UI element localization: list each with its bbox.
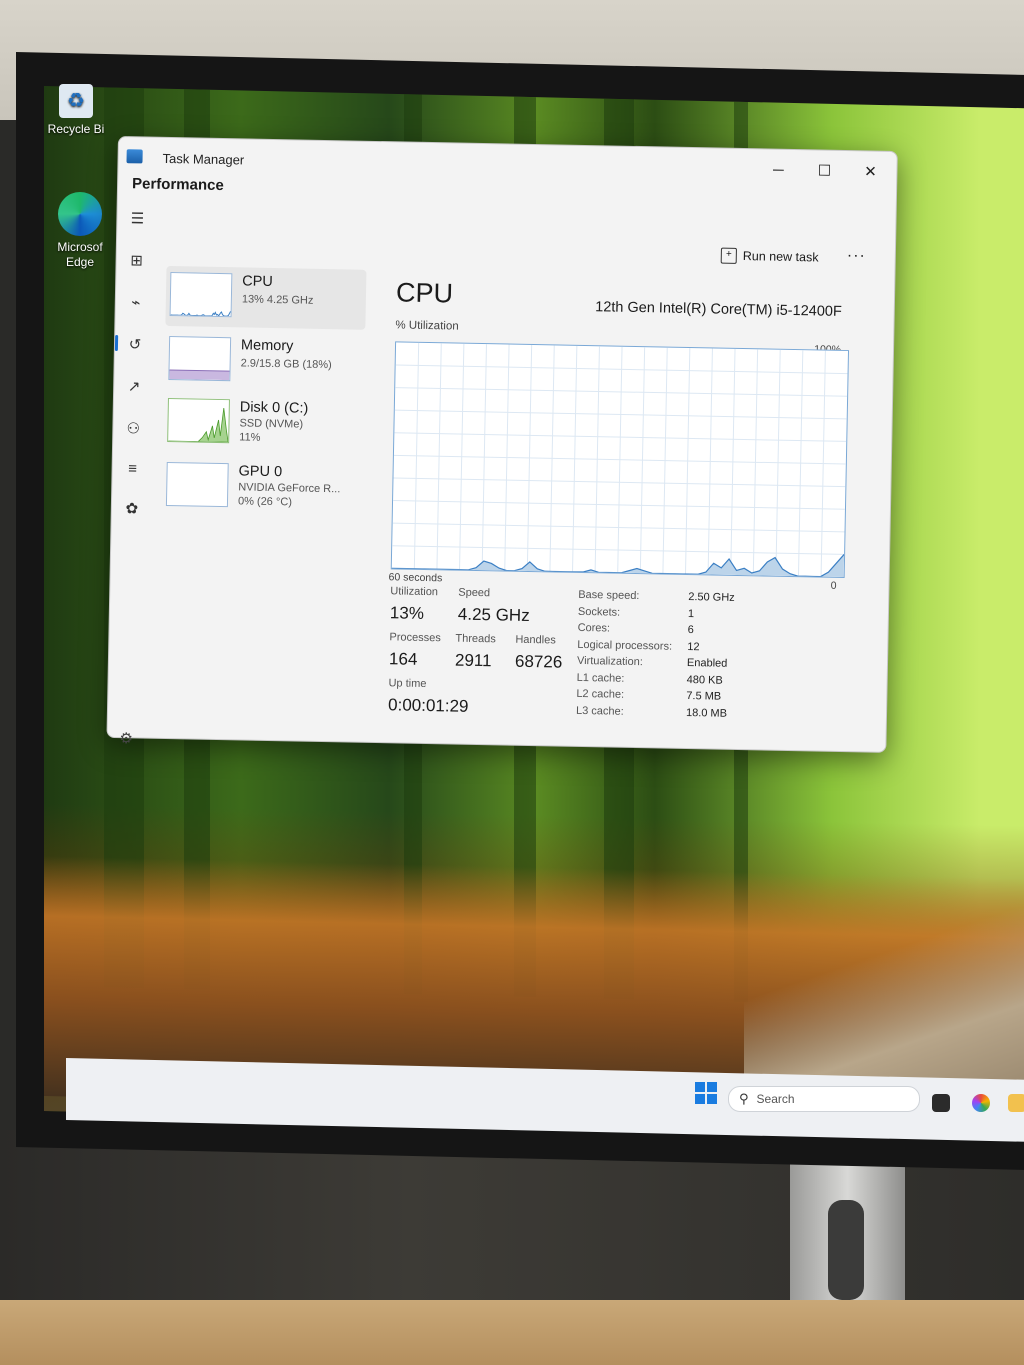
more-options-button[interactable]: ··· (847, 247, 866, 265)
spec-key: Virtualization: (576, 654, 643, 669)
handles-label: Handles (515, 633, 556, 647)
speed-label: Speed (458, 586, 491, 600)
resource-subtitle-2: 0% (26 °C) (237, 495, 293, 509)
spec-value: 7.5 MB (686, 690, 722, 703)
spec-key: Cores: (577, 621, 611, 635)
minimize-button[interactable]: ─ (758, 157, 798, 184)
task-manager-app-icon (126, 149, 143, 164)
spec-value: 12 (687, 640, 700, 653)
desktop-icon-label: Recycle Bi (47, 122, 105, 136)
run-new-task-label: Run new task (742, 249, 819, 265)
nav-rail: ☰ ⊞ ⌁ ↺ ↗ ⚇ ≡ ✿ ⚙ (107, 177, 158, 747)
start-button[interactable] (695, 1082, 717, 1104)
cpu-thumbnail-graph (169, 272, 233, 318)
spec-key: L1 cache: (576, 671, 625, 685)
monitor-stand-cutout (828, 1200, 864, 1300)
resource-item-cpu[interactable]: CPU 13% 4.25 GHz (165, 265, 367, 330)
resource-list: CPU 13% 4.25 GHz Memory 2.9/15.8 GB (18%… (165, 265, 367, 508)
threads-label: Threads (455, 632, 496, 646)
nav-app-history-icon[interactable]: ↺ (121, 331, 150, 360)
maximize-button[interactable]: ☐ (804, 158, 844, 185)
resource-name: CPU (242, 273, 274, 290)
uptime-label: Up time (388, 677, 427, 691)
speed-value: 4.25 GHz (457, 604, 530, 625)
nav-processes-icon[interactable]: ⊞ (122, 247, 151, 276)
windows-logo-icon (707, 1082, 717, 1092)
search-icon: ⚲ (739, 1091, 749, 1106)
cpu-detail-pane: CPU 12th Gen Intel(R) Core(TM) i5-12400F… (378, 277, 857, 736)
resource-subtitle: 2.9/15.8 GB (18%) (240, 357, 332, 372)
desktop-icon-label: Microsof Edge (57, 240, 103, 269)
resource-subtitle-2: 11% (239, 431, 261, 444)
desktop-icon-recycle-bin[interactable]: ♻ Recycle Bi (44, 84, 108, 136)
nav-details-icon[interactable]: ≡ (118, 455, 147, 484)
spec-value: 1 (687, 607, 695, 620)
spec-key: Logical processors: (577, 638, 673, 653)
desktop-icon-edge[interactable]: Microsof Edge (48, 192, 112, 270)
cpu-utilization-chart (391, 342, 848, 578)
spec-key: L3 cache: (575, 704, 624, 718)
utilization-label: Utilization (390, 585, 439, 599)
windows-logo-icon (695, 1094, 705, 1104)
nav-performance-icon[interactable]: ⌁ (122, 289, 151, 318)
run-new-task-button[interactable]: + Run new task (720, 247, 819, 266)
memory-thumbnail-graph (168, 336, 232, 382)
spec-value: 2.50 GHz (688, 591, 735, 604)
resource-item-disk[interactable]: Disk 0 (C:) SSD (NVMe) 11% (163, 392, 364, 456)
taskbar-app-task-view-icon[interactable] (932, 1094, 950, 1112)
gpu-thumbnail-graph (165, 461, 229, 508)
uptime-value: 0:00:01:29 (387, 695, 469, 716)
axis-time-label: 60 seconds (388, 571, 443, 585)
nav-active-indicator (114, 334, 119, 352)
detail-title: CPU (395, 277, 454, 309)
nav-users-icon[interactable]: ⚇ (119, 415, 148, 444)
taskbar-search-placeholder: Search (756, 1092, 795, 1106)
resource-subtitle: 13% 4.25 GHz (241, 293, 314, 307)
page-title: Performance (131, 175, 224, 195)
spec-key: Sockets: (577, 605, 621, 619)
spec-value: 18.0 MB (685, 706, 728, 720)
spec-value: 6 (687, 624, 694, 637)
spec-key: Base speed: (578, 588, 640, 603)
taskbar-app-copilot-icon[interactable] (972, 1094, 990, 1112)
taskbar-app-file-explorer-icon[interactable] (1008, 1094, 1024, 1112)
spec-value: Enabled (686, 657, 728, 670)
resource-item-gpu[interactable]: GPU 0 NVIDIA GeForce R... 0% (26 °C) (162, 456, 363, 520)
edge-icon (58, 192, 102, 236)
resource-name: Memory (240, 337, 294, 355)
threads-value: 2911 (454, 650, 492, 671)
hamburger-menu-icon[interactable]: ☰ (123, 205, 152, 234)
windows-logo-icon (707, 1094, 717, 1104)
taskbar-search-box[interactable]: ⚲ Search (728, 1086, 920, 1112)
resource-subtitle: SSD (NVMe) (239, 417, 304, 431)
processes-label: Processes (389, 631, 441, 645)
resource-name: Disk 0 (C:) (239, 399, 309, 417)
desk-surface (0, 1300, 1024, 1365)
nav-settings-icon[interactable]: ⚙ (119, 729, 133, 747)
cpu-utilization-graph (390, 341, 850, 579)
nav-services-icon[interactable]: ✿ (118, 495, 147, 524)
close-button[interactable]: ✕ (850, 159, 890, 186)
resource-item-memory[interactable]: Memory 2.9/15.8 GB (18%) (164, 330, 365, 394)
disk-thumbnail-graph (167, 398, 230, 444)
task-manager-window: Task Manager ─ ☐ ✕ ☰ ⊞ ⌁ ↺ ↗ ⚇ ≡ ✿ ⚙ Per… (106, 136, 898, 753)
handles-value: 68726 (514, 651, 563, 672)
spec-value: 480 KB (686, 673, 723, 687)
utilization-axis-label: % Utilization (395, 319, 459, 333)
utilization-value: 13% (389, 603, 425, 623)
nav-startup-apps-icon[interactable]: ↗ (120, 373, 149, 402)
spec-key: L2 cache: (576, 687, 625, 701)
recycle-bin-icon: ♻ (59, 84, 93, 118)
cpu-spec-table: Base speed: 2.50 GHz Sockets: 1 Cores: 6 Logic… (576, 589, 838, 726)
cpu-model-name: 12th Gen Intel(R) Core(TM) i5-12400F (595, 299, 842, 320)
resource-name: GPU 0 (238, 463, 283, 481)
axis-zero-label: 0 (830, 579, 837, 592)
windows-logo-icon (695, 1082, 705, 1092)
window-title: Task Manager (162, 150, 245, 168)
run-task-icon: + (720, 247, 737, 264)
resource-subtitle: NVIDIA GeForce R... (238, 481, 341, 496)
processes-value: 164 (388, 649, 418, 669)
